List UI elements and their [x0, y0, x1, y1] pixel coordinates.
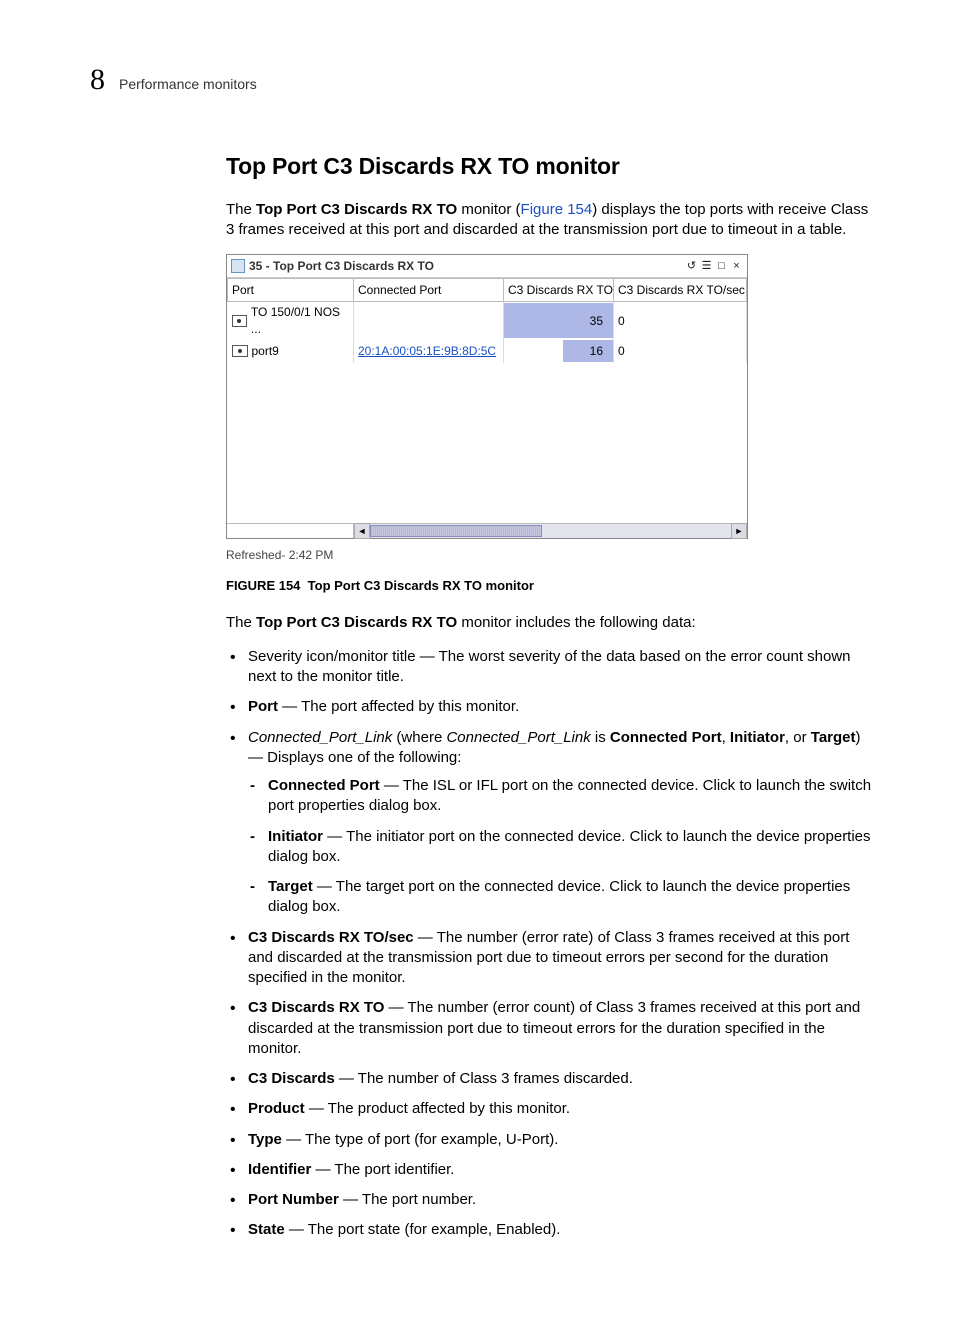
list-item: Product — The product affected by this m… — [226, 1099, 874, 1119]
list-item: Severity icon/monitor title — The worst … — [226, 647, 874, 688]
list-item: State — The port state (for example, Ena… — [226, 1220, 874, 1240]
collapse-icon[interactable]: ☰ — [700, 260, 713, 273]
list-item: Initiator — The initiator port on the co… — [248, 827, 874, 868]
col-connected[interactable]: Connected Port — [354, 279, 504, 302]
maximize-icon[interactable]: □ — [715, 260, 728, 273]
col-c3rxto[interactable]: C3 Discards RX TO — [504, 279, 614, 302]
severity-icon — [231, 259, 245, 273]
includes-line: The Top Port C3 Discards RX TO monitor i… — [226, 613, 874, 633]
figure-caption: FIGURE 154 Top Port C3 Discards RX TO mo… — [226, 577, 874, 595]
intro-paragraph: The Top Port C3 Discards RX TO monitor (… — [226, 200, 874, 241]
field-list: Severity icon/monitor title — The worst … — [226, 647, 874, 1241]
col-port[interactable]: Port — [228, 279, 354, 302]
list-item: C3 Discards RX TO — The number (error co… — [226, 998, 874, 1059]
list-item: Connected_Port_Link (where Connected_Por… — [226, 728, 874, 918]
refresh-icon[interactable]: ↺ — [685, 260, 698, 273]
monitor-panel: 35 - Top Port C3 Discards RX TO ↺ ☰ □ × — [226, 254, 748, 539]
table-row[interactable]: TO 150/0/1 NOS ... 35 0 — [228, 302, 747, 339]
figure-ref-link[interactable]: Figure 154 — [521, 201, 593, 218]
list-item: Identifier — The port identifier. — [226, 1160, 874, 1180]
close-icon[interactable]: × — [730, 260, 743, 273]
table-row[interactable]: port9 20:1A:00:05:1E:9B:8D:5C 16 0 — [228, 339, 747, 363]
refreshed-label: Refreshed- 2:42 PM — [226, 547, 874, 563]
list-item: Type — The type of port (for example, U-… — [226, 1130, 874, 1150]
scroll-thumb[interactable] — [370, 525, 542, 537]
col-c3rxtosec[interactable]: C3 Discards RX TO/sec — [614, 279, 747, 302]
list-item: Port Number — The port number. — [226, 1190, 874, 1210]
chapter-number: 8 — [90, 60, 105, 101]
panel-title-text: 35 - Top Port C3 Discards RX TO — [249, 258, 434, 274]
port-icon — [232, 315, 247, 327]
list-item: Port — The port affected by this monitor… — [226, 697, 874, 717]
list-item: Connected Port — The ISL or IFL port on … — [248, 776, 874, 817]
page-header: 8 Performance monitors — [90, 60, 874, 101]
scroll-right-icon[interactable]: ► — [731, 523, 747, 539]
port-icon — [232, 345, 248, 357]
section-title: Top Port C3 Discards RX TO monitor — [226, 151, 874, 182]
horizontal-scrollbar[interactable]: ◄ ► — [227, 523, 747, 538]
chapter-title: Performance monitors — [119, 75, 257, 94]
list-item: C3 Discards RX TO/sec — The number (erro… — [226, 928, 874, 989]
list-item: C3 Discards — The number of Class 3 fram… — [226, 1069, 874, 1089]
list-item: Target — The target port on the connecte… — [248, 877, 874, 918]
connected-port-link[interactable]: 20:1A:00:05:1E:9B:8D:5C — [358, 344, 496, 358]
scroll-left-icon[interactable]: ◄ — [354, 523, 370, 539]
monitor-table: Port Connected Port C3 Discards RX TO C3… — [227, 278, 747, 363]
panel-titlebar: 35 - Top Port C3 Discards RX TO ↺ ☰ □ × — [227, 255, 747, 278]
